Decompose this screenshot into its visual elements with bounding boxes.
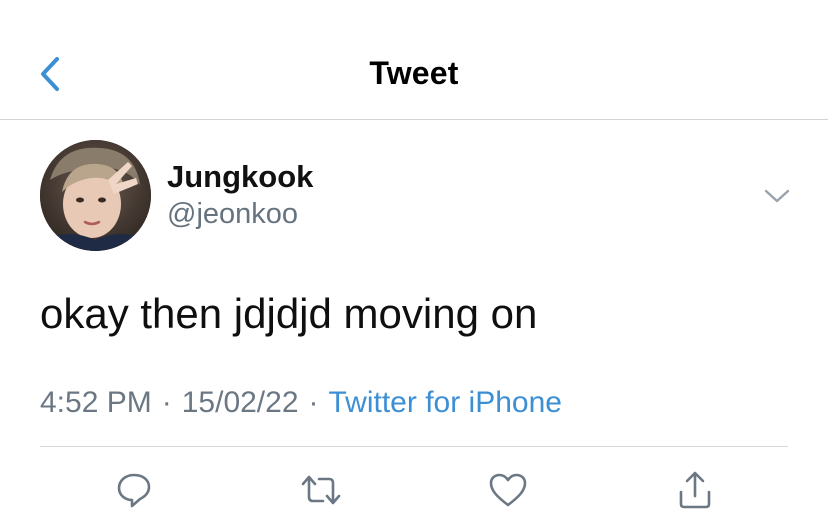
author-name[interactable]: Jungkook (167, 159, 313, 195)
share-button[interactable] (673, 470, 717, 510)
tweet-time: 4:52 PM (40, 386, 152, 419)
tweet-date: 15/02/22 (181, 386, 299, 419)
divider (40, 446, 788, 447)
top-nav-bar: Tweet (0, 0, 828, 120)
like-button[interactable] (486, 470, 530, 510)
meta-separator: · (308, 386, 319, 419)
tweet-text: okay then jdjdjd moving on (40, 290, 538, 337)
heart-icon (489, 473, 527, 507)
share-icon (679, 471, 711, 509)
avatar[interactable] (40, 140, 151, 251)
reply-icon (117, 473, 151, 508)
author-handle[interactable]: @jeonkoo (167, 198, 298, 231)
more-options-button[interactable] (760, 182, 794, 210)
retweet-button[interactable] (299, 470, 343, 510)
profile-photo (40, 140, 151, 251)
retweet-icon (301, 475, 341, 505)
meta-separator: · (161, 386, 172, 419)
reply-button[interactable] (112, 470, 156, 510)
tweet-source-link[interactable]: Twitter for iPhone (329, 386, 562, 419)
page-title: Tweet (369, 55, 459, 91)
tweet-meta: 4:52 PM · 15/02/22 · Twitter for iPhone (40, 386, 562, 420)
chevron-down-icon (764, 189, 790, 203)
